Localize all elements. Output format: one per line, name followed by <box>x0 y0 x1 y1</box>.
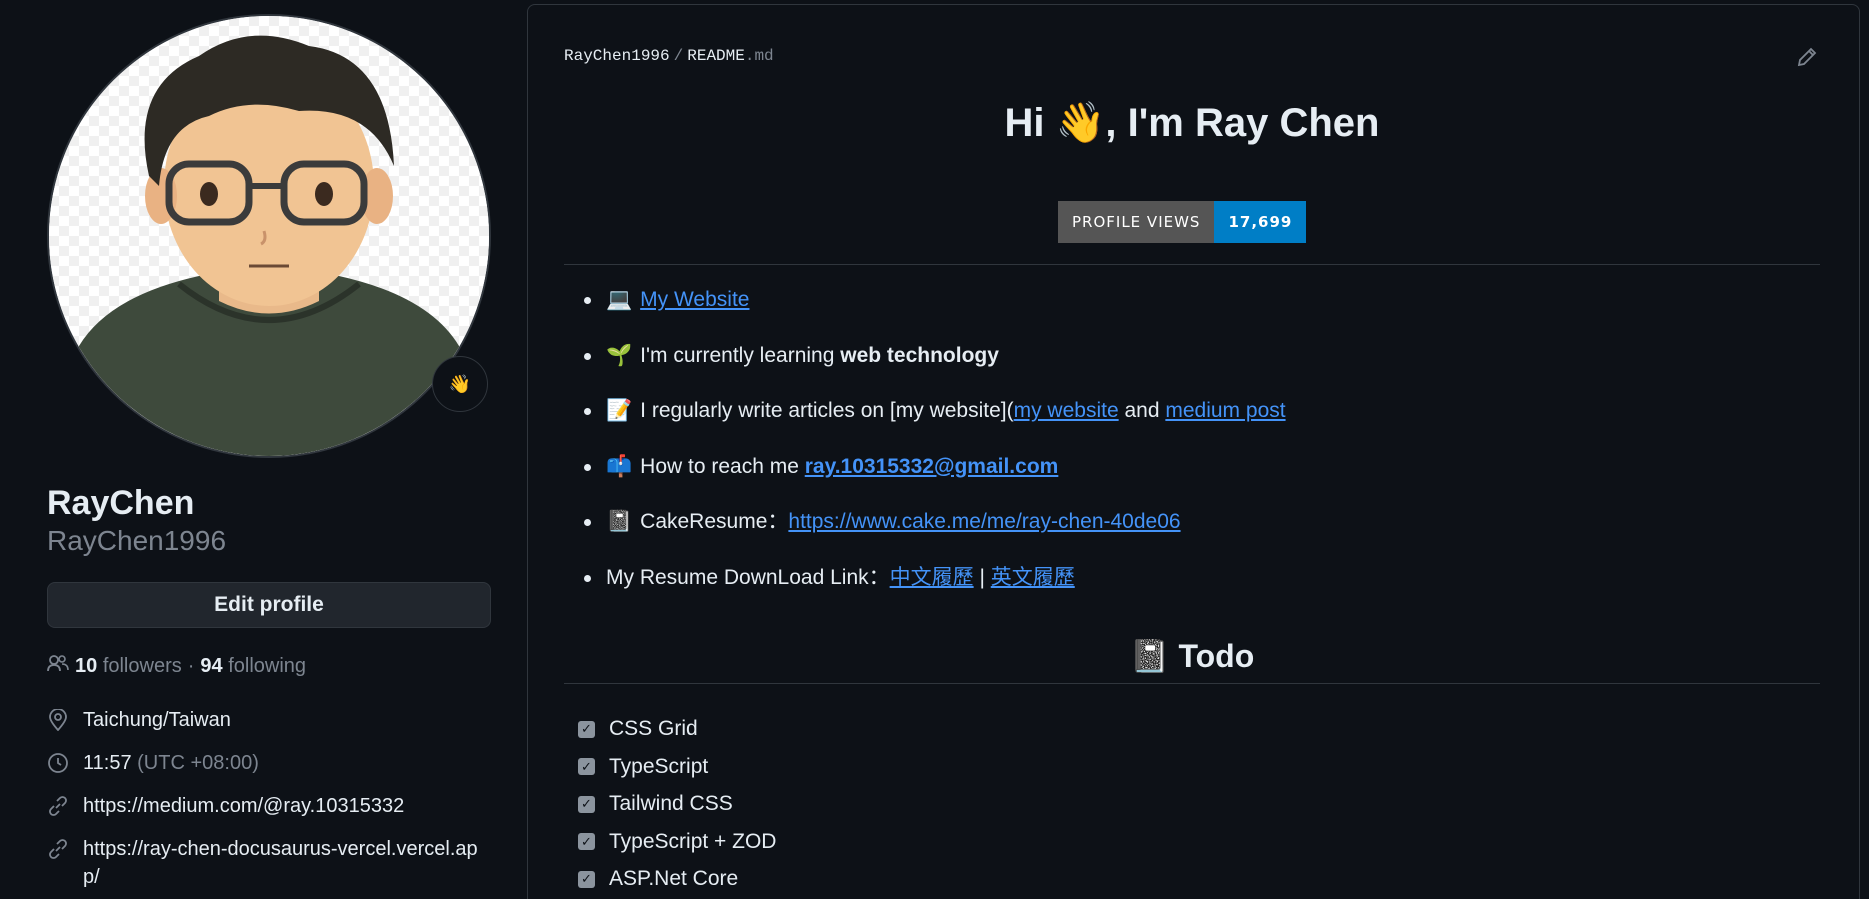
email-link[interactable]: ray.10315332@gmail.com <box>805 455 1059 478</box>
profile-views-badge: PROFILE VIEWS 17,699 <box>1058 201 1307 243</box>
articles-text: I regularly write articles on [my websit… <box>640 399 1014 422</box>
todo-list: ✓ CSS Grid ✓ TypeScript ✓ Tailwind CSS ✓ Typ… <box>578 715 776 899</box>
vcard-names: RayChen RayChen1996 <box>47 482 491 558</box>
todo-label: ASP.Net Core <box>609 867 739 890</box>
location-icon <box>47 706 69 734</box>
follow-stats: 10 followers · 94 following <box>47 654 491 678</box>
reach-text: How to reach me <box>640 454 805 478</box>
readme-title: Hi 👋, I'm Ray Chen <box>1004 101 1380 145</box>
detail-location: Taichung/Taiwan <box>47 706 491 734</box>
check-icon[interactable]: ✓ <box>578 870 595 888</box>
profile-sidebar: 👋 RayChen RayChen1996 Edit profile 10 fo… <box>47 14 491 899</box>
articles-and: and <box>1118 399 1166 422</box>
readme-owner-link[interactable]: RayChen1996 <box>564 47 670 65</box>
following-link[interactable]: 94 following <box>200 655 306 678</box>
divider <box>564 683 1820 684</box>
badge-label: PROFILE VIEWS <box>1058 201 1215 243</box>
people-icon <box>47 654 69 678</box>
website-link[interactable]: My Website <box>640 288 749 311</box>
my-website-link[interactable]: my website <box>1014 399 1119 422</box>
profile-link-docusaurus[interactable]: https://ray-chen-docusaurus-vercel.verce… <box>83 835 491 891</box>
learning-bold: web technology <box>840 343 999 367</box>
detail-link-2: https://ray-chen-docusaurus-vercel.verce… <box>47 835 491 891</box>
todo-item: ✓ ASP.Net Core <box>578 865 776 893</box>
check-icon[interactable]: ✓ <box>578 795 595 813</box>
avatar[interactable] <box>47 14 491 458</box>
readme-card: RayChen1996/README.md Hi 👋, I'm Ray Chen… <box>527 4 1860 899</box>
profile-details: Taichung/Taiwan 11:57 (UTC +08:00) https… <box>47 706 491 891</box>
todo-item: ✓ TypeScript + ZOD <box>578 828 776 856</box>
list-item-contact: 📫 How to reach me ray.10315332@gmail.com <box>564 452 1820 482</box>
list-item-resume: My Resume DownLoad Link：中文履歷 | 英文履歷 <box>564 563 1820 593</box>
notebook-icon: 📓 <box>606 510 633 533</box>
timezone: (UTC +08:00) <box>137 752 259 774</box>
check-icon[interactable]: ✓ <box>578 720 595 738</box>
medium-post-link[interactable]: medium post <box>1165 399 1285 422</box>
clock-icon <box>47 749 69 777</box>
todo-label: Tailwind CSS <box>609 792 733 815</box>
following-label: following <box>228 654 307 677</box>
readme-bullets: 💻 My Website 🌱 I'm currently learning web … <box>564 285 1820 618</box>
cake-text: CakeResume： <box>640 510 789 533</box>
readme-file-ext: .md <box>744 47 774 65</box>
location-text: Taichung/Taiwan <box>83 709 231 731</box>
memo-icon: 📝 <box>606 399 633 422</box>
check-icon[interactable]: ✓ <box>578 833 595 850</box>
status-emoji: 👋 <box>448 373 472 394</box>
avatar-illustration <box>49 16 489 456</box>
resume-en-link[interactable]: 英文履歷 <box>991 566 1075 589</box>
todo-item: ✓ Tailwind CSS <box>578 790 776 818</box>
profile-link-medium[interactable]: https://medium.com/@ray.10315332 <box>83 792 491 820</box>
list-item-learning: 🌱 I'm currently learning web technology <box>564 341 1820 371</box>
todo-item: ✓ TypeScript <box>578 753 776 781</box>
learning-text: I'm currently learning <box>640 343 841 367</box>
profile-full-name: RayChen <box>47 484 195 522</box>
pencil-icon[interactable] <box>1795 45 1819 69</box>
following-count: 94 <box>200 654 223 677</box>
todo-item: ✓ CSS Grid <box>578 715 776 743</box>
divider <box>564 264 1820 265</box>
resume-sep: | <box>973 565 991 589</box>
cakeresume-link[interactable]: https://www.cake.me/me/ray-chen-40de06 <box>788 510 1180 533</box>
resume-zh-link[interactable]: 中文履歷 <box>890 566 974 589</box>
seedling-icon: 🌱 <box>606 343 633 367</box>
mailbox-icon: 📫 <box>606 454 633 478</box>
edit-profile-button[interactable]: Edit profile <box>47 582 491 628</box>
followers-link[interactable]: 10 followers <box>75 655 182 678</box>
detail-time: 11:57 (UTC +08:00) <box>47 749 491 777</box>
link-icon <box>47 835 69 863</box>
path-separator: / <box>673 47 684 65</box>
laptop-icon: 💻 <box>606 288 633 311</box>
readme-file-base: README <box>687 47 745 65</box>
list-item-website: 💻 My Website <box>564 285 1820 315</box>
followers-label: followers <box>102 654 182 677</box>
profile-login: RayChen1996 <box>47 525 227 556</box>
avatar-wrap: 👋 <box>47 14 491 458</box>
list-item-articles: 📝 I regularly write articles on [my websi… <box>564 396 1820 426</box>
link-icon <box>47 792 69 820</box>
badge-value: 17,699 <box>1214 201 1307 243</box>
todo-label: CSS Grid <box>609 717 698 740</box>
readme-path: RayChen1996/README.md <box>564 47 774 65</box>
detail-link-1: https://medium.com/@ray.10315332 <box>47 792 491 820</box>
status-emoji-button[interactable]: 👋 <box>432 356 488 412</box>
resume-text: My Resume DownLoad Link： <box>606 565 890 589</box>
todo-label: TypeScript + ZOD <box>609 829 777 853</box>
list-item-cakeresume: 📓 CakeResume：https://www.cake.me/me/ray-c… <box>564 507 1820 537</box>
separator-dot: · <box>187 654 195 677</box>
todo-label: TypeScript <box>609 754 709 778</box>
local-time: 11:57 <box>83 752 132 774</box>
check-icon[interactable]: ✓ <box>578 758 595 775</box>
followers-count: 10 <box>75 654 98 677</box>
todo-heading: 📓 Todo <box>1129 638 1255 674</box>
